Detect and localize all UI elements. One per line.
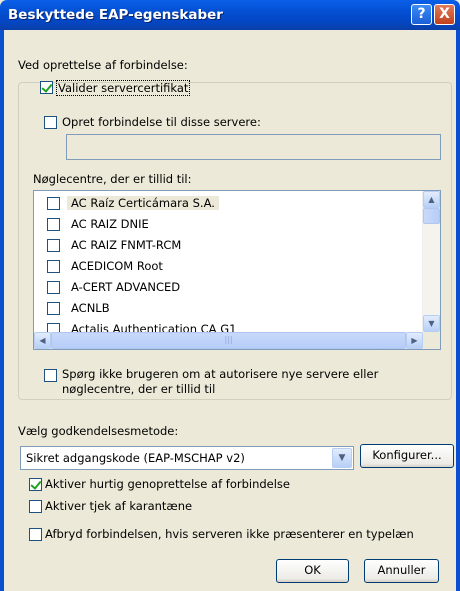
window-frame-right — [456, 30, 460, 591]
ca-label: AC Raíz Certicámara S.A. — [67, 196, 219, 210]
quarantine-label[interactable]: Aktiver tjek af karantæne — [45, 499, 192, 513]
quarantine-checkbox[interactable] — [29, 500, 42, 513]
scroll-right-icon[interactable]: ▶ — [406, 332, 423, 349]
no-prompt-checkbox[interactable] — [44, 369, 57, 382]
disconnect-checkbox[interactable] — [29, 528, 42, 541]
chevron-down-icon[interactable]: ▼ — [332, 448, 352, 468]
connection-heading: Ved oprettelse af forbindelse: — [18, 58, 188, 72]
ca-listbox[interactable]: AC Raíz Certicámara S.A. AC RAIZ DNIE AC… — [33, 190, 441, 350]
no-prompt-label-line2[interactable]: nøglecentre, der er tillid til — [62, 382, 215, 396]
validate-cert-label[interactable]: Valider servercertifikat — [56, 80, 191, 96]
list-item[interactable]: ACNLB — [34, 298, 414, 319]
auth-heading: Vælg godkendelsesmetode: — [18, 424, 179, 438]
auth-method-select[interactable]: Sikret adgangskode (EAP-MSCHAP v2) ▼ — [20, 446, 354, 470]
fast-reconnect-label[interactable]: Aktiver hurtig genoprettelse af forbinde… — [45, 477, 290, 491]
vertical-scroll-thumb[interactable] — [423, 208, 440, 224]
ok-button[interactable]: OK — [276, 559, 349, 583]
ca-checkbox[interactable] — [47, 302, 60, 315]
title-bar[interactable]: Beskyttede EAP-egenskaber ? X — [0, 0, 460, 30]
ca-label: ACEDICOM Root — [71, 259, 163, 273]
servers-input[interactable] — [66, 134, 441, 160]
list-item[interactable]: A-CERT ADVANCED — [34, 277, 414, 298]
ca-checkbox[interactable] — [47, 239, 60, 252]
ca-label: ACNLB — [71, 301, 110, 315]
ca-checkbox[interactable] — [47, 281, 60, 294]
scroll-left-icon[interactable]: ◀ — [34, 332, 51, 349]
scroll-down-icon[interactable]: ▼ — [423, 315, 440, 332]
dialog-window: Beskyttede EAP-egenskaber ? X Ved oprett… — [0, 0, 460, 591]
ca-label: AC RAIZ FNMT-RCM — [71, 238, 182, 252]
no-prompt-label-line1[interactable]: Spørg ikke brugeren om at autorisere nye… — [62, 367, 378, 381]
ca-label: A-CERT ADVANCED — [71, 280, 181, 294]
horizontal-scrollbar[interactable]: ◀ ||| ▶ — [34, 332, 423, 349]
list-item[interactable]: AC Raíz Certicámara S.A. — [34, 193, 414, 214]
validate-cert-checkbox[interactable] — [40, 81, 53, 94]
list-item[interactable]: AC RAIZ FNMT-RCM — [34, 235, 414, 256]
connect-servers-label[interactable]: Opret forbindelse til disse servere: — [62, 115, 261, 129]
window-frame-left — [0, 30, 4, 591]
configure-button[interactable]: Konfigurer... — [360, 444, 454, 468]
disconnect-label[interactable]: Afbryd forbindelsen, hvis serveren ikke … — [45, 527, 414, 541]
fast-reconnect-checkbox[interactable] — [29, 478, 42, 491]
horizontal-scroll-thumb[interactable]: ||| — [51, 332, 406, 349]
close-button[interactable]: X — [434, 4, 455, 25]
window-title: Beskyttede EAP-egenskaber — [8, 7, 223, 23]
vertical-scrollbar[interactable]: ▲ ▼ — [422, 191, 440, 332]
connect-servers-checkbox[interactable] — [44, 116, 57, 129]
ca-checkbox[interactable] — [47, 218, 60, 231]
scroll-up-icon[interactable]: ▲ — [423, 191, 440, 208]
list-item[interactable]: AC RAIZ DNIE — [34, 214, 414, 235]
list-item[interactable]: ACEDICOM Root — [34, 256, 414, 277]
cancel-button[interactable]: Annuller — [364, 559, 439, 583]
ca-checkbox[interactable] — [47, 197, 60, 210]
ca-label: AC RAIZ DNIE — [71, 217, 149, 231]
ca-heading: Nøglecentre, der er tillid til: — [33, 172, 192, 186]
scrollbar-corner — [423, 332, 440, 349]
ca-checkbox[interactable] — [47, 260, 60, 273]
auth-method-value: Sikret adgangskode (EAP-MSCHAP v2) — [26, 451, 245, 465]
help-button[interactable]: ? — [411, 4, 432, 25]
